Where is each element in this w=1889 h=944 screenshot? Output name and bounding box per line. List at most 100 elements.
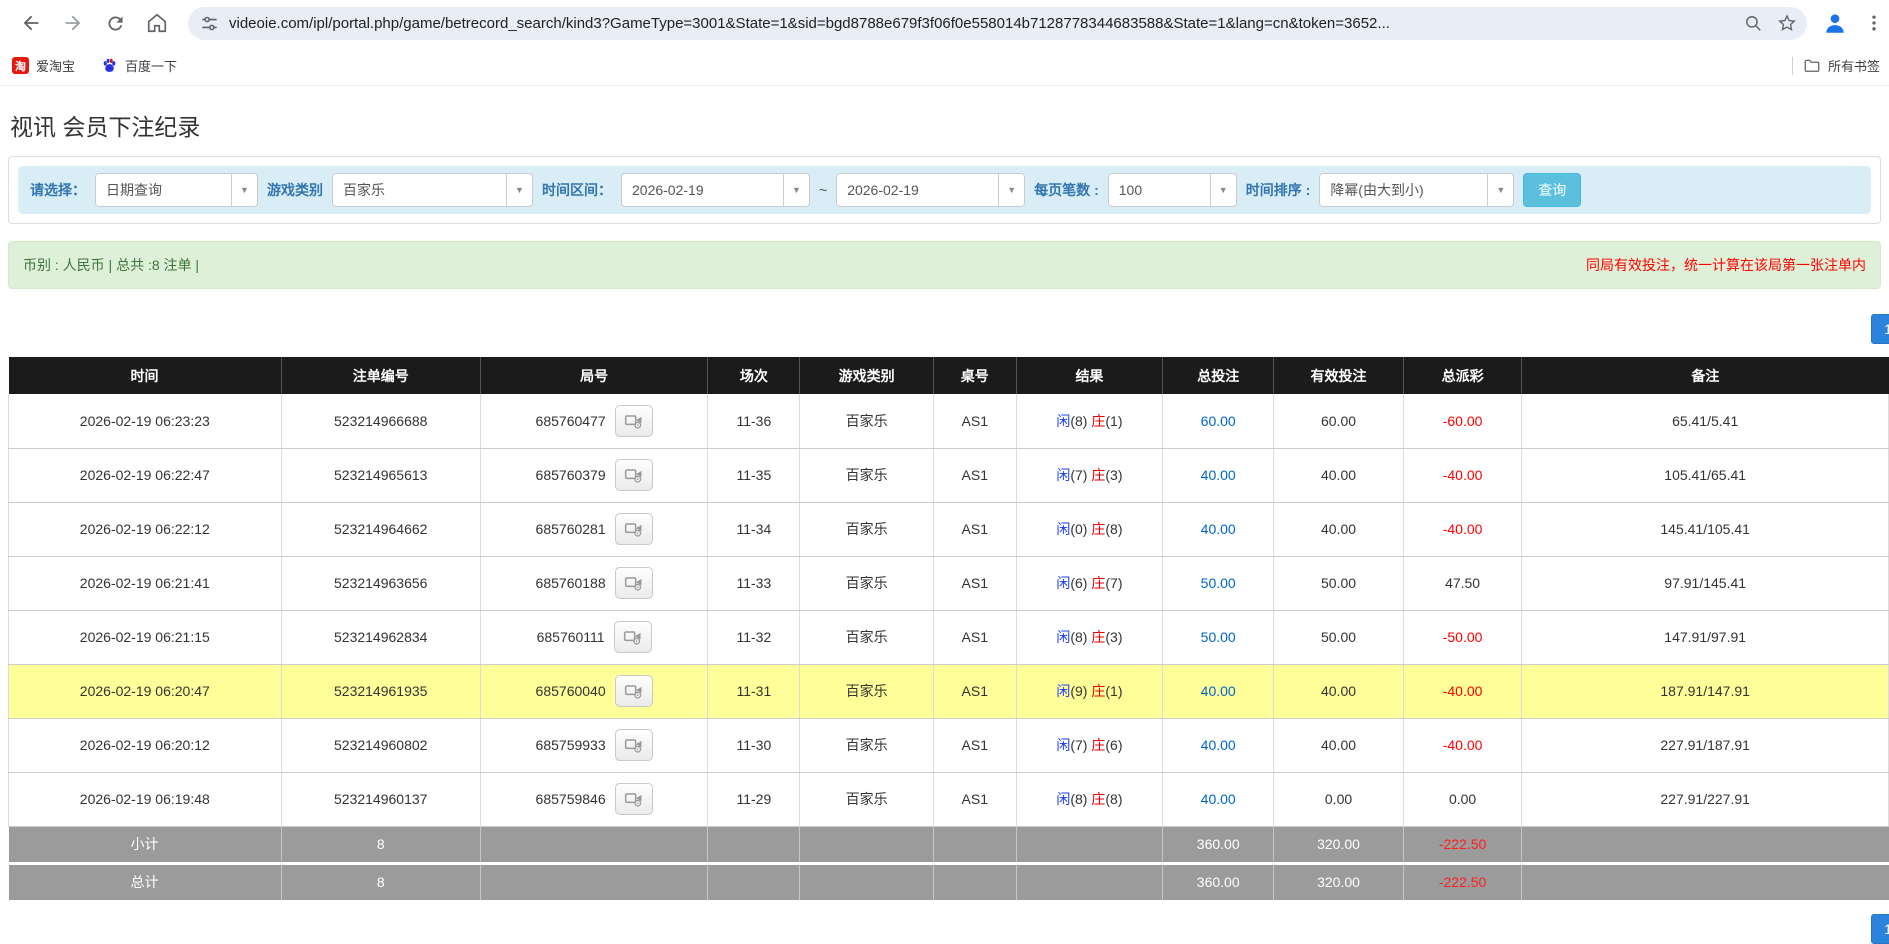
- total-bet-link[interactable]: 40.00: [1201, 467, 1236, 483]
- cell-session: 11-29: [708, 772, 800, 826]
- cell-game-type: 百家乐: [800, 448, 933, 502]
- cell-time: 2026-02-19 06:19:48: [9, 772, 282, 826]
- video-replay-button[interactable]: [614, 621, 652, 653]
- cell-valid-bet: 50.00: [1274, 610, 1404, 664]
- game-type-select[interactable]: 百家乐 ▼: [332, 173, 533, 207]
- banker-result: 庄: [1091, 791, 1105, 807]
- zoom-icon[interactable]: [1744, 14, 1763, 33]
- cell-game-type: 百家乐: [800, 556, 933, 610]
- video-replay-button[interactable]: [615, 459, 653, 491]
- forward-icon[interactable]: [56, 6, 90, 40]
- total-row: 总计 8 360.00 320.00 -222.50: [9, 863, 1889, 900]
- cell-result: 闲(7) 庄(6): [1016, 718, 1163, 772]
- site-settings-icon[interactable]: [200, 14, 219, 33]
- round-id-text: 685759933: [536, 737, 606, 753]
- header-game-type: 游戏类别: [800, 357, 933, 394]
- subtotal-total-bet: 360.00: [1163, 826, 1274, 863]
- bookmarks-divider: [1792, 57, 1793, 75]
- chevron-down-icon: ▼: [506, 174, 532, 206]
- bookmark-star-icon[interactable]: [1777, 13, 1797, 33]
- subtotal-payout: -222.50: [1403, 826, 1521, 863]
- header-result: 结果: [1016, 357, 1163, 394]
- table-row: 2026-02-19 06:22:12 523214964662 6857602…: [9, 502, 1889, 556]
- url-text[interactable]: videoie.com/ipl/portal.php/game/betrecor…: [229, 15, 1734, 32]
- banker-result: 庄: [1091, 629, 1105, 645]
- cell-total-bet: 40.00: [1163, 448, 1274, 502]
- back-icon[interactable]: [14, 6, 48, 40]
- cell-session: 11-35: [708, 448, 800, 502]
- page-size-label: 每页笔数 :: [1034, 180, 1099, 200]
- page-1-button[interactable]: 1: [1871, 314, 1889, 344]
- video-replay-button[interactable]: [615, 675, 653, 707]
- home-icon[interactable]: [140, 6, 174, 40]
- cell-time: 2026-02-19 06:22:12: [9, 502, 282, 556]
- address-bar[interactable]: videoie.com/ipl/portal.php/game/betrecor…: [188, 7, 1807, 40]
- video-replay-button[interactable]: [615, 567, 653, 599]
- chevron-down-icon: ▼: [1487, 174, 1513, 206]
- cell-round-id: 685760040: [480, 664, 707, 718]
- bookmark-baidu[interactable]: 百度一下: [101, 56, 177, 75]
- video-replay-button[interactable]: [615, 513, 653, 545]
- header-time: 时间: [9, 357, 282, 394]
- video-replay-button[interactable]: [615, 405, 653, 437]
- cell-table-no: AS1: [933, 394, 1016, 448]
- round-id-text: 685760477: [536, 413, 606, 429]
- cell-note: 227.91/227.91: [1522, 772, 1889, 826]
- subtotal-valid-bet: 320.00: [1274, 826, 1404, 863]
- search-button[interactable]: 查询: [1523, 173, 1581, 207]
- total-payout: -222.50: [1403, 863, 1521, 900]
- all-bookmarks-button[interactable]: 所有书签: [1803, 56, 1889, 75]
- cell-table-no: AS1: [933, 718, 1016, 772]
- cell-note: 147.91/97.91: [1522, 610, 1889, 664]
- player-result: 闲: [1056, 791, 1070, 807]
- total-bet-link[interactable]: 40.00: [1201, 737, 1236, 753]
- summary-bar: 币别 : 人民币 | 总共 :8 注单 | 同局有效投注，统一计算在该局第一张注…: [8, 241, 1881, 289]
- profile-avatar[interactable]: [1821, 9, 1849, 37]
- sort-select[interactable]: 降幂(由大到小) ▼: [1319, 173, 1514, 207]
- bet-records-table: 时间 注单编号 局号 场次 游戏类别 桌号 结果 总投注 有效投注 总派彩 备注…: [8, 357, 1889, 900]
- total-label: 总计: [9, 863, 282, 900]
- total-bet-link[interactable]: 50.00: [1201, 575, 1236, 591]
- cell-bet-id: 523214962834: [281, 610, 480, 664]
- notice-text: 同局有效投注，统一计算在该局第一张注单内: [1586, 255, 1866, 275]
- cell-total-bet: 40.00: [1163, 772, 1274, 826]
- table-row: 2026-02-19 06:21:41 523214963656 6857601…: [9, 556, 1889, 610]
- total-bet-link[interactable]: 50.00: [1201, 629, 1236, 645]
- table-row: 2026-02-19 06:23:23 523214966688 6857604…: [9, 394, 1889, 448]
- total-bet-link[interactable]: 40.00: [1201, 791, 1236, 807]
- cell-payout: 0.00: [1403, 772, 1521, 826]
- date-to-select[interactable]: 2026-02-19 ▼: [836, 173, 1025, 207]
- subtotal-count: 8: [281, 826, 480, 863]
- video-replay-button[interactable]: [615, 729, 653, 761]
- page-1-button[interactable]: 1: [1871, 914, 1889, 944]
- total-bet-link[interactable]: 40.00: [1201, 683, 1236, 699]
- total-bet-link[interactable]: 40.00: [1201, 521, 1236, 537]
- cell-round-id: 685760477: [480, 394, 707, 448]
- cell-result: 闲(8) 庄(3): [1016, 610, 1163, 664]
- date-from-select[interactable]: 2026-02-19 ▼: [621, 173, 810, 207]
- banker-result: 庄: [1091, 737, 1105, 753]
- page-size-select[interactable]: 100 ▼: [1108, 173, 1237, 207]
- cell-time: 2026-02-19 06:21:41: [9, 556, 282, 610]
- query-type-value: 日期查询: [96, 180, 231, 200]
- reload-icon[interactable]: [98, 6, 132, 40]
- cell-payout: -60.00: [1403, 394, 1521, 448]
- banker-result: 庄: [1091, 521, 1105, 537]
- folder-icon: [1803, 57, 1821, 75]
- round-id-text: 685760188: [536, 575, 606, 591]
- query-type-select[interactable]: 日期查询 ▼: [95, 173, 258, 207]
- cell-total-bet: 40.00: [1163, 664, 1274, 718]
- all-bookmarks-label: 所有书签: [1828, 56, 1880, 75]
- browser-toolbar: videoie.com/ipl/portal.php/game/betrecor…: [0, 0, 1889, 46]
- cell-game-type: 百家乐: [800, 664, 933, 718]
- cell-valid-bet: 40.00: [1274, 502, 1404, 556]
- cell-payout: -40.00: [1403, 502, 1521, 556]
- player-result: 闲: [1056, 521, 1070, 537]
- cell-total-bet: 50.00: [1163, 556, 1274, 610]
- bookmark-taobao[interactable]: 淘 爱淘宝: [12, 56, 75, 75]
- menu-kebab-icon[interactable]: [1857, 6, 1889, 40]
- page-title: 视讯 会员下注纪录: [0, 86, 1889, 156]
- video-replay-button[interactable]: [615, 783, 653, 815]
- total-bet-link[interactable]: 60.00: [1201, 413, 1236, 429]
- cell-game-type: 百家乐: [800, 502, 933, 556]
